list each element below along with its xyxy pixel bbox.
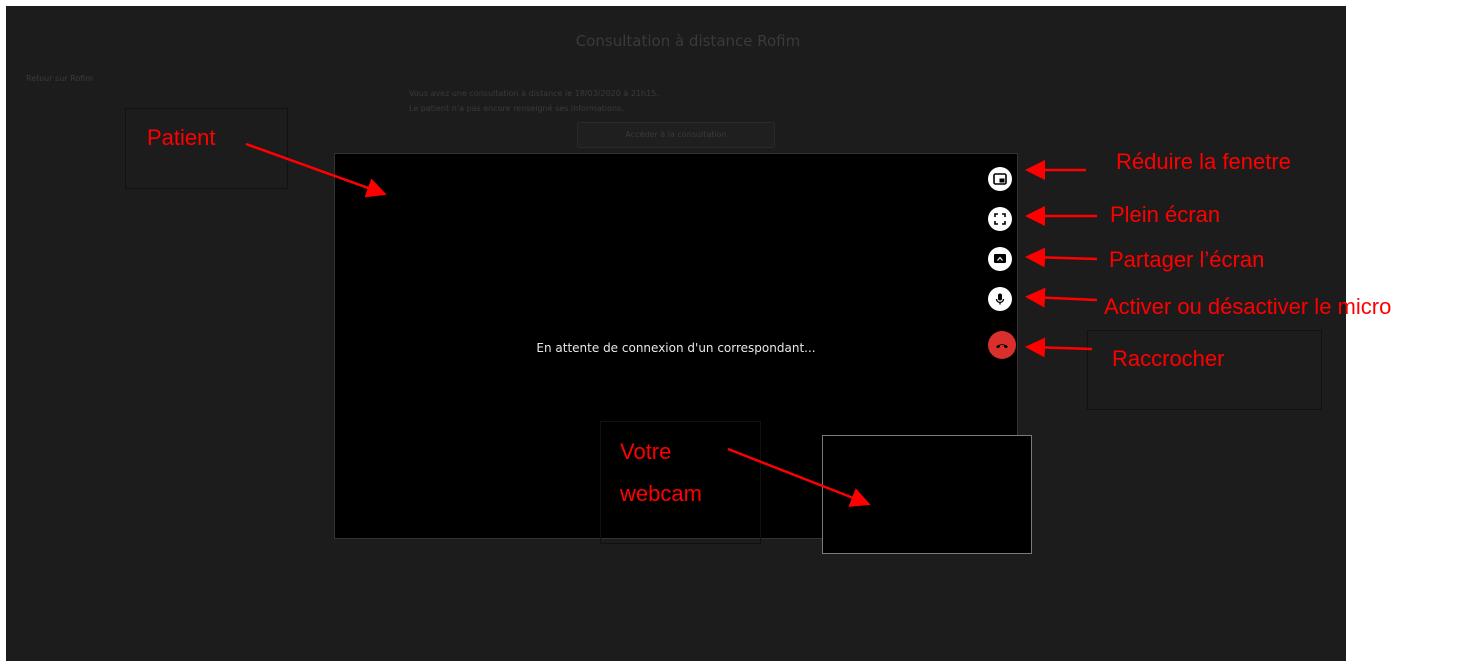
consultation-info: Vous avez une consultation à distance le… [409,89,659,98]
webcam-annotation-line-2: webcam [620,481,702,506]
hangup-annotation: Raccrocher [1112,346,1225,371]
reduce-window-annotation: Réduire la fenetre [1116,149,1291,174]
minimize-window-button[interactable] [988,167,1012,191]
toggle-mic-button[interactable] [988,287,1012,311]
fullscreen-icon [994,213,1006,225]
webcam-annotation-line-1: Votre [620,439,672,464]
mic-annotation: Activer ou désactiver le micro [1104,294,1392,319]
share-screen-button[interactable] [988,247,1012,271]
phone-hangup-icon [996,344,1008,349]
picture-in-picture-icon [993,173,1007,185]
screen-share-icon [994,254,1006,263]
waiting-message: En attente de connexion d'un corresponda… [536,341,816,355]
back-link[interactable]: Retour sur Rofim [26,74,93,83]
hangup-button[interactable] [988,331,1016,359]
self-webcam-preview [822,435,1032,554]
microphone-icon [995,293,1005,305]
fullscreen-button[interactable] [988,207,1012,231]
page-title: Consultation à distance Rofim [575,32,801,50]
fullscreen-annotation: Plein écran [1110,202,1221,227]
patient-annotation: Patient [147,125,216,150]
share-screen-annotation: Partager l’écran [1109,247,1265,272]
access-consultation-button[interactable]: Accéder à la consultation [577,122,775,148]
patient-info-status: Le patient n'a pas encore renseigné ses … [409,104,624,113]
